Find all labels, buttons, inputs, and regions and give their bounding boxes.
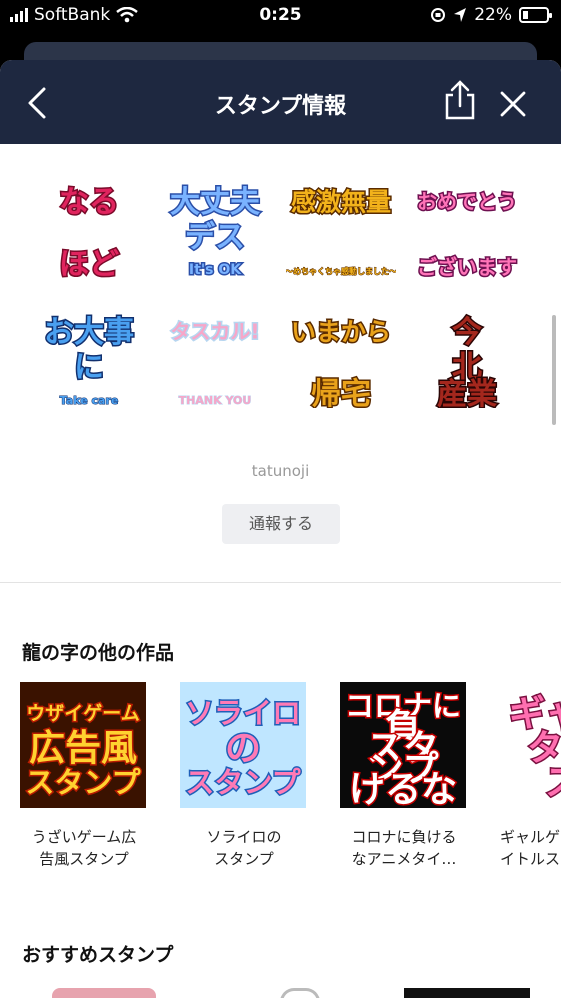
sticker-omedetou[interactable]: おめでとうございます bbox=[412, 178, 522, 280]
sticker-text: ス bbox=[545, 763, 561, 804]
sticker-zangyou[interactable]: 今北産業 bbox=[412, 308, 522, 414]
sticker-text: THANK YOU bbox=[179, 394, 252, 407]
sticker-text: 広告風 bbox=[29, 728, 137, 769]
sticker-text: ほど bbox=[59, 247, 119, 278]
nav-bar: スタンプ情報 bbox=[0, 60, 561, 144]
recommended-sticker-3[interactable] bbox=[404, 988, 530, 998]
sticker-text: スタンプ bbox=[185, 765, 301, 799]
work-thumbnail: ウザイゲーム広告風スタンプ bbox=[20, 682, 146, 808]
sticker-imakara-kitaku[interactable]: いまから 帰宅 bbox=[286, 308, 396, 414]
sticker-text: に bbox=[74, 350, 104, 385]
work-thumbnail: ギャルタイス bbox=[500, 682, 561, 808]
sticker-text: 帰宅 bbox=[311, 377, 371, 408]
work-title: うざいゲーム広 告風スタンプ bbox=[31, 828, 137, 868]
divider bbox=[0, 582, 561, 583]
recommended-sticker-1[interactable] bbox=[52, 988, 156, 998]
recommended-sticker-2[interactable] bbox=[280, 988, 320, 998]
sticker-text: 大丈夫 bbox=[170, 185, 261, 220]
work-thumbnail: コロナに負スタンプけるな bbox=[340, 682, 466, 812]
sticker-odaijini[interactable]: お大事に Take care bbox=[34, 308, 144, 408]
sticker-info-sheet: スタンプ情報 なる ほど 大丈夫 デス It's OK 感激無量 〜めちゃくちゃ感動しました… bbox=[0, 60, 561, 998]
battery-icon bbox=[519, 7, 552, 23]
work-thumbnail: ソライロのスタンプ bbox=[180, 682, 306, 808]
sticker-text: の bbox=[225, 728, 261, 769]
close-icon[interactable] bbox=[497, 88, 529, 120]
sticker-text: お大事 bbox=[44, 315, 134, 350]
sticker-text: 〜めちゃくちゃ感動しました〜 bbox=[286, 266, 396, 276]
orientation-lock-icon bbox=[431, 8, 446, 22]
work-title: ギャルゲ イトルス bbox=[500, 828, 561, 868]
other-work-item[interactable]: ウザイゲーム広告風 スタンプうざいゲーム広 告風スタンプ bbox=[20, 682, 148, 870]
sticker-text: 今 bbox=[452, 315, 482, 350]
sticker-tasukaru[interactable]: タスカル! THANK YOU bbox=[160, 308, 270, 408]
share-icon[interactable] bbox=[442, 80, 478, 120]
other-work-item[interactable]: ソライロのスタンプ ソライロの スタンプ bbox=[180, 682, 308, 870]
sticker-kangeki[interactable]: 感激無量〜めちゃくちゃ感動しました〜 bbox=[285, 178, 398, 278]
sticker-text: 産業 bbox=[437, 377, 497, 408]
sticker-text: ウザイゲーム bbox=[26, 703, 139, 725]
work-title: ソライロの スタンプ bbox=[206, 828, 282, 868]
sticker-text: いまから bbox=[291, 317, 391, 346]
sticker-text: スタンプ bbox=[25, 765, 141, 799]
report-button[interactable]: 通報する bbox=[222, 504, 340, 544]
sticker-text: おめでとう bbox=[417, 190, 517, 214]
status-bar: SoftBank 0:25 22% bbox=[0, 0, 561, 32]
sticker-text: なる bbox=[59, 185, 119, 220]
sticker-text: デス bbox=[185, 220, 245, 255]
other-work-item[interactable]: コロナに負スタ ンプ けるなコロナに負ける なアニメタイ… bbox=[340, 682, 468, 870]
sticker-text: Take care bbox=[60, 394, 119, 407]
other-works-title: 龍の字の他の作品 bbox=[22, 642, 175, 664]
sticker-text: タスカル! bbox=[170, 320, 259, 344]
sticker-text: It's OK bbox=[189, 262, 242, 278]
recommended-title: おすすめスタンプ bbox=[22, 944, 174, 966]
battery-percent: 22% bbox=[474, 5, 512, 25]
sticker-text: ございます bbox=[417, 255, 517, 278]
work-title: コロナに負ける なアニメタイ… bbox=[351, 828, 457, 868]
sticker-naruhodo[interactable]: なる ほど bbox=[34, 178, 144, 284]
other-work-item[interactable]: ギャルタイスギャルゲイトルス bbox=[500, 682, 561, 870]
location-icon bbox=[454, 8, 467, 22]
sticker-text: 感激無量 bbox=[291, 187, 391, 216]
sticker-text: けるな bbox=[349, 770, 457, 808]
author-name[interactable]: tatunoji bbox=[0, 462, 561, 480]
other-works-list: ウザイゲーム 広告風 スタンプ うざいゲーム広 告風スタンプ ソライロのスタンプ ソライロの… bbox=[0, 682, 561, 882]
sticker-daijoubu[interactable]: 大丈夫 デス It's OK bbox=[160, 178, 270, 280]
scrollbar[interactable] bbox=[552, 315, 556, 425]
sticker-text: ソライロ bbox=[185, 696, 301, 730]
